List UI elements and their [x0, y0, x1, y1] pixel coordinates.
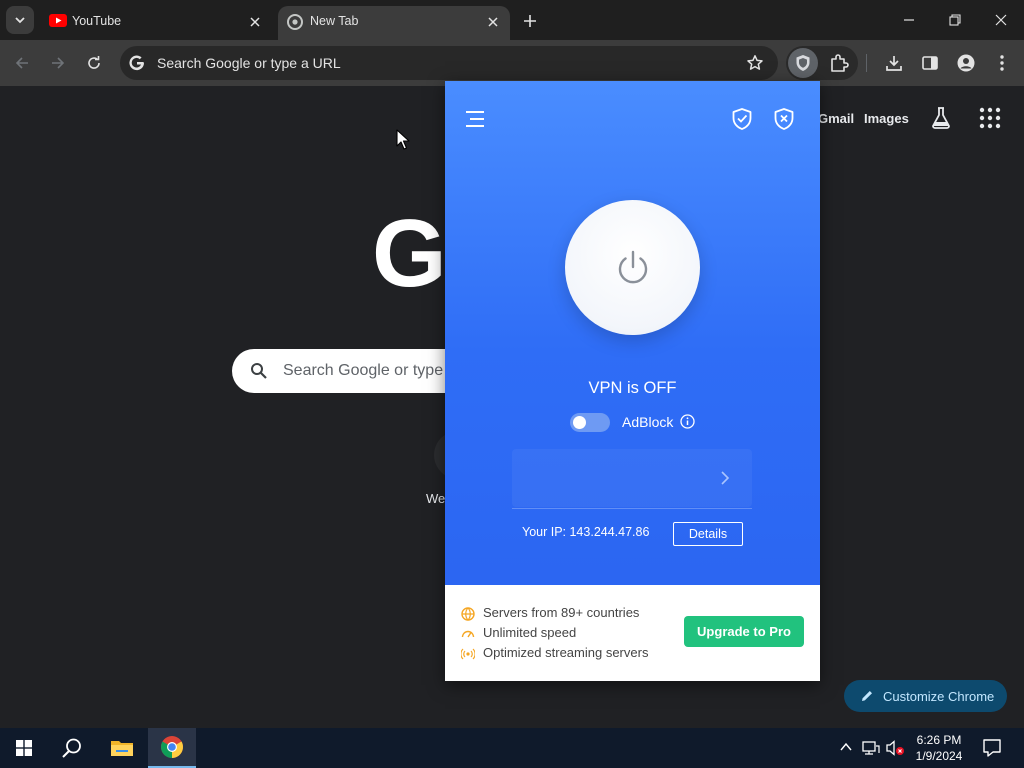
more-vertical-icon	[1000, 55, 1004, 71]
globe-icon	[461, 607, 475, 621]
pencil-icon	[860, 689, 874, 703]
downloads-button[interactable]	[881, 50, 907, 76]
vpn-power-button[interactable]	[565, 200, 700, 335]
vpn-extension-button[interactable]	[788, 48, 818, 78]
new-tab-button[interactable]	[518, 9, 542, 33]
tab-title: YouTube	[72, 14, 122, 28]
vpn-extension-popup: VPN is OFF AdBlock Your IP: 143.244.47.8…	[445, 81, 820, 681]
avatar-icon	[957, 54, 975, 72]
shortcut-label: We	[426, 491, 446, 506]
ip-address-text: Your IP: 143.244.47.86	[522, 525, 650, 539]
arrow-right-icon	[52, 57, 65, 69]
labs-flask-icon[interactable]	[930, 106, 952, 130]
reload-button[interactable]	[81, 50, 107, 76]
restore-button[interactable]	[932, 0, 978, 40]
server-location-selector[interactable]	[512, 449, 752, 507]
feature-text: Servers from 89+ countries	[483, 605, 640, 620]
windows-taskbar: 6:26 PM 1/9/2024	[0, 728, 1024, 768]
broadcast-icon	[461, 647, 475, 661]
search-icon	[250, 362, 268, 380]
notification-icon[interactable]	[982, 738, 1002, 758]
search-icon	[62, 738, 81, 758]
side-panel-icon	[922, 56, 938, 70]
shield-x-icon[interactable]	[773, 107, 795, 131]
shield-icon	[796, 55, 810, 71]
adblock-toggle[interactable]	[570, 413, 610, 432]
adblock-label: AdBlock	[622, 414, 674, 430]
tab-strip: YouTube New Tab	[0, 0, 1024, 40]
feature-text: Unlimited speed	[483, 625, 577, 640]
network-icon[interactable]	[862, 740, 880, 756]
arrow-left-icon	[15, 57, 28, 69]
puzzle-icon[interactable]	[828, 52, 850, 74]
pro-promo-panel: Servers from 89+ countries Unlimited spe…	[445, 585, 820, 681]
profile-button[interactable]	[953, 50, 979, 76]
tab-search-button[interactable]	[6, 6, 34, 34]
browser-toolbar: Search Google or type a URL	[0, 40, 1024, 86]
feature-text: Optimized streaming servers	[483, 645, 649, 660]
close-icon	[995, 14, 1007, 26]
ntp-search-placeholder: Search Google or type	[283, 362, 444, 379]
google-g-icon	[128, 54, 146, 72]
chevron-right-icon	[720, 470, 730, 486]
forward-button[interactable]	[45, 50, 71, 76]
folder-icon	[111, 741, 133, 756]
omnibox[interactable]: Search Google or type a URL	[120, 46, 778, 80]
tab-title: New Tab	[310, 14, 359, 28]
clock-date: 1/9/2024	[915, 749, 963, 763]
minimize-icon	[904, 19, 914, 21]
customize-chrome-label: Customize Chrome	[883, 689, 995, 704]
omnibox-placeholder: Search Google or type a URL	[157, 55, 341, 71]
minimize-button[interactable]	[886, 0, 932, 40]
hamburger-menu-icon[interactable]	[465, 109, 485, 129]
tab-youtube[interactable]: YouTube	[40, 6, 272, 40]
tab-new-tab[interactable]: New Tab	[278, 6, 510, 40]
apps-grid-icon[interactable]	[979, 107, 1001, 129]
back-button[interactable]	[9, 50, 35, 76]
file-explorer-button[interactable]	[98, 728, 146, 768]
start-button[interactable]	[0, 728, 48, 768]
volume-muted-icon[interactable]	[886, 740, 906, 756]
chrome-icon	[287, 14, 303, 30]
close-window-button[interactable]	[978, 0, 1024, 40]
gmail-link[interactable]: Gmail	[818, 111, 854, 126]
images-link[interactable]: Images	[864, 111, 909, 126]
shield-check-icon[interactable]	[731, 107, 753, 131]
chrome-taskbar-button[interactable]	[148, 728, 196, 768]
upgrade-to-pro-button[interactable]: Upgrade to Pro	[684, 616, 804, 647]
close-icon[interactable]	[248, 15, 262, 29]
divider	[512, 508, 752, 509]
close-icon[interactable]	[486, 15, 500, 29]
chevron-up-icon[interactable]	[840, 740, 852, 754]
details-button[interactable]: Details	[673, 522, 743, 546]
youtube-icon	[49, 14, 67, 28]
google-logo: G	[372, 200, 447, 307]
vpn-status-text: VPN is OFF	[588, 379, 677, 397]
toolbar-divider	[866, 54, 867, 72]
taskbar-search-button[interactable]	[48, 728, 96, 768]
speedometer-icon	[461, 627, 475, 641]
info-icon[interactable]	[680, 414, 695, 429]
bookmark-star-icon[interactable]	[746, 54, 764, 72]
adblock-row: AdBlock	[570, 411, 700, 433]
chrome-menu-button[interactable]	[989, 50, 1015, 76]
windows-logo-icon	[16, 740, 32, 756]
mouse-cursor-icon	[396, 129, 410, 150]
plus-icon	[524, 15, 536, 27]
clock-time: 6:26 PM	[916, 733, 962, 747]
reload-icon	[88, 56, 100, 69]
chrome-icon	[161, 736, 183, 758]
toggle-knob	[573, 416, 586, 429]
restore-icon	[949, 14, 961, 26]
side-panel-button[interactable]	[917, 50, 943, 76]
customize-chrome-button[interactable]: Customize Chrome	[844, 680, 1007, 712]
power-icon	[618, 250, 647, 283]
chevron-down-icon	[15, 17, 25, 24]
extensions-area	[786, 46, 858, 80]
system-clock[interactable]: 6:26 PM 1/9/2024	[908, 732, 970, 764]
download-icon	[886, 56, 902, 71]
